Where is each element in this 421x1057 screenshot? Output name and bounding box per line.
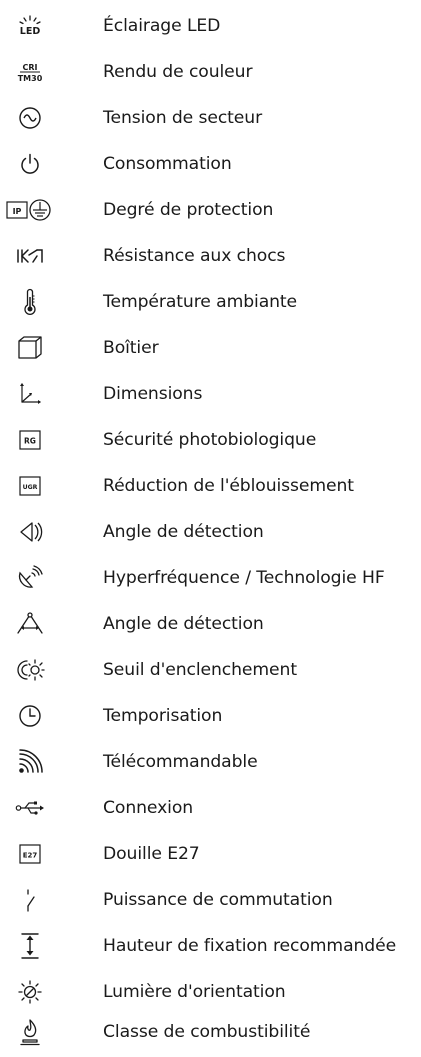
legend-label: Hyperfréquence / Technologie HF	[103, 568, 385, 588]
legend-label: Consommation	[103, 154, 232, 174]
legend-label: Tension de secteur	[103, 108, 263, 128]
legend-label: Connexion	[103, 798, 194, 818]
svg-text:E27: E27	[23, 852, 38, 860]
mains-voltage-icon	[4, 95, 56, 141]
svg-text:TM30: TM30	[18, 74, 43, 83]
color-rendering-icon: CRI TM30	[4, 49, 56, 95]
switching-threshold-icon	[4, 647, 56, 693]
remote-control-icon	[4, 739, 56, 785]
glare-reduction-icon: UGR	[4, 463, 56, 509]
housing-icon	[4, 325, 56, 371]
legend-label: Dimensions	[103, 384, 203, 404]
legend-label: Temporisation	[103, 706, 223, 726]
icon-legend: LED Éclairage LED CRI TM30 Rendu de coul…	[0, 0, 421, 1057]
photobiological-safety-icon: RG	[4, 417, 56, 463]
flammability-class-icon	[4, 1009, 56, 1055]
legend-label: Sécurité photobiologique	[103, 430, 317, 450]
switching-power-icon	[4, 877, 56, 923]
legend-row-impact-resistance: Résistance aux chocs	[0, 233, 421, 279]
legend-label: Résistance aux chocs	[103, 246, 286, 266]
led-lighting-icon: LED	[4, 3, 56, 49]
legend-row-mains-voltage: Tension de secteur	[0, 95, 421, 141]
svg-text:UGR: UGR	[23, 484, 38, 491]
legend-row-hf-technology: Hyperfréquence / Technologie HF	[0, 555, 421, 601]
legend-row-switching-power: Puissance de commutation	[0, 877, 421, 923]
legend-label: Classe de combustibilité	[103, 1022, 311, 1042]
thermometer-icon	[4, 279, 56, 325]
hf-technology-icon	[4, 555, 56, 601]
svg-text:LED: LED	[20, 26, 41, 37]
legend-label: Hauteur de fixation recommandée	[103, 936, 397, 956]
legend-label: Réduction de l'éblouissement	[103, 476, 354, 496]
detection-angle-top-icon	[4, 601, 56, 647]
legend-row-detection-angle-top: Angle de détection	[0, 601, 421, 647]
detection-angle-icon	[4, 509, 56, 555]
svg-text:RG: RG	[24, 437, 36, 446]
impact-resistance-icon	[4, 233, 56, 279]
legend-row-remote-controllable: Télécommandable	[0, 739, 421, 785]
legend-label: Télécommandable	[103, 752, 258, 772]
legend-row-color-rendering: CRI TM30 Rendu de couleur	[0, 49, 421, 95]
legend-row-mounting-height: Hauteur de fixation recommandée	[0, 923, 421, 969]
usb-icon	[4, 785, 56, 831]
legend-row-led-lighting: LED Éclairage LED	[0, 3, 421, 49]
legend-row-connection: Connexion	[0, 785, 421, 831]
legend-row-glare-reduction: UGR Réduction de l'éblouissement	[0, 463, 421, 509]
legend-label: Degré de protection	[103, 200, 274, 220]
legend-row-dimensions: Dimensions	[0, 371, 421, 417]
legend-label: Rendu de couleur	[103, 62, 253, 82]
mounting-height-icon	[4, 923, 56, 969]
svg-text:CRI: CRI	[22, 63, 37, 72]
e27-socket-icon: E27	[4, 831, 56, 877]
legend-row-detection-angle: Angle de détection	[0, 509, 421, 555]
legend-label: Douille E27	[103, 844, 200, 864]
legend-label: Angle de détection	[103, 614, 264, 634]
legend-label: Puissance de commutation	[103, 890, 333, 910]
legend-row-protection-degree: IP Degré de protection	[0, 187, 421, 233]
legend-row-photobiological-safety: RG Sécurité photobiologique	[0, 417, 421, 463]
legend-label: Température ambiante	[103, 292, 298, 312]
legend-row-switching-threshold: Seuil d'enclenchement	[0, 647, 421, 693]
svg-text:IP: IP	[13, 207, 22, 216]
legend-row-timer: Temporisation	[0, 693, 421, 739]
legend-row-housing: Boîtier	[0, 325, 421, 371]
legend-label: Seuil d'enclenchement	[103, 660, 297, 680]
legend-label: Éclairage LED	[103, 16, 221, 36]
power-icon	[4, 141, 56, 187]
dimensions-icon	[4, 371, 56, 417]
clock-icon	[4, 693, 56, 739]
legend-label: Boîtier	[103, 338, 159, 358]
legend-label: Angle de détection	[103, 522, 264, 542]
ip-protection-icon: IP	[4, 187, 56, 233]
legend-row-flammability-class: Classe de combustibilité	[0, 1009, 421, 1055]
legend-row-e27-socket: E27 Douille E27	[0, 831, 421, 877]
legend-row-consumption: Consommation	[0, 141, 421, 187]
legend-row-ambient-temperature: Température ambiante	[0, 279, 421, 325]
